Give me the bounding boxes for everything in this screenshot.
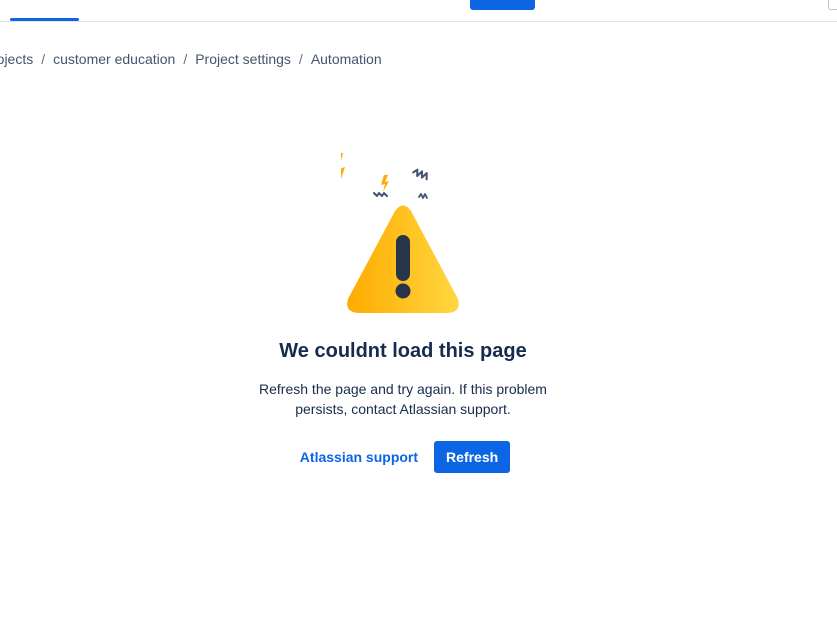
breadcrumb-separator: / [183,51,188,67]
breadcrumb-customer-education[interactable]: customer education [53,51,175,67]
breadcrumb: rojects / customer education / Project s… [0,49,382,69]
breadcrumb-projects[interactable]: rojects [0,51,33,67]
error-actions: Atlassian support Refresh [230,441,576,473]
top-right-button[interactable] [828,0,837,10]
create-button[interactable] [470,0,535,10]
active-tab-indicator [10,18,79,21]
breadcrumb-project-settings[interactable]: Project settings [195,51,291,67]
error-empty-state: We couldnt load this page Refresh the pa… [230,145,576,473]
warning-triangle-icon [341,153,459,313]
refresh-button[interactable]: Refresh [434,441,511,473]
atlassian-support-link[interactable]: Atlassian support [296,443,422,471]
breadcrumb-separator: / [298,51,303,67]
top-navigation [0,0,837,22]
error-title: We couldnt load this page [279,340,527,362]
breadcrumb-separator: / [41,51,46,67]
breadcrumb-automation[interactable]: Automation [311,51,382,67]
error-description: Refresh the page and try again. If this … [259,381,547,417]
